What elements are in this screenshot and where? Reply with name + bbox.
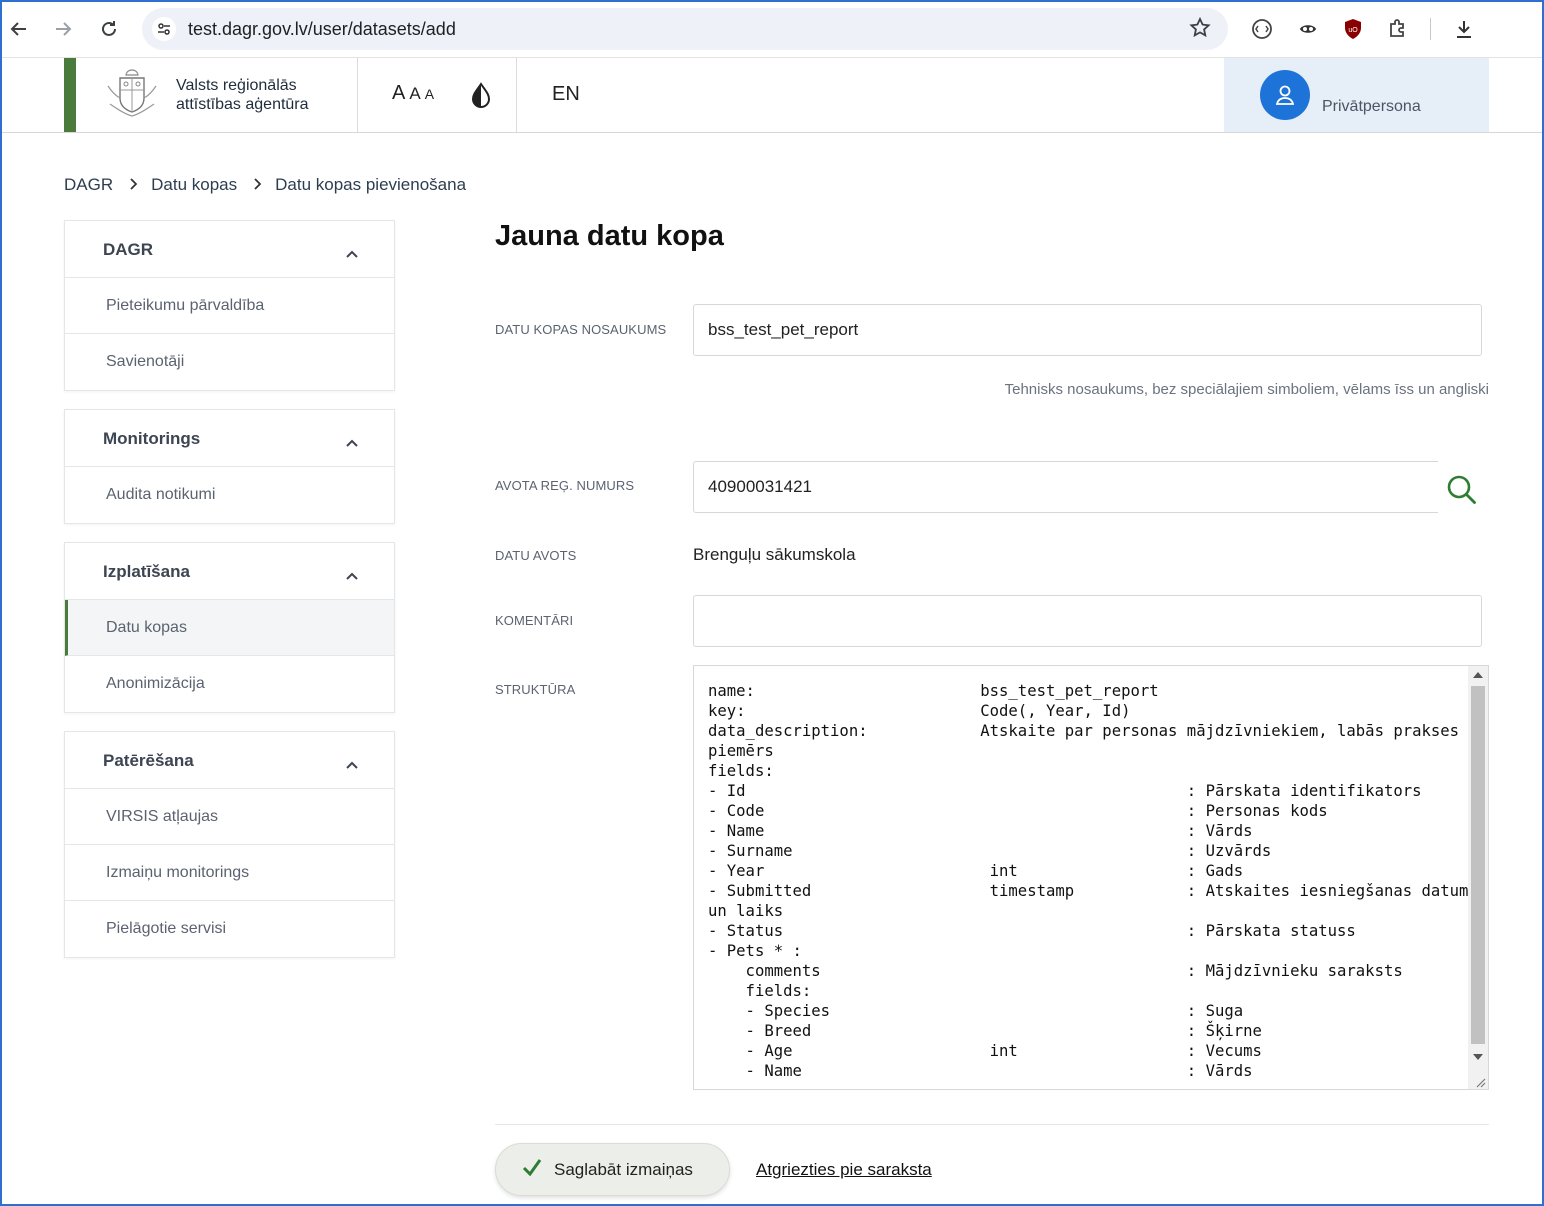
structure-textarea[interactable]: name: bss_test_pet_report key: Code(, Ye… <box>693 665 1489 1090</box>
save-button[interactable]: Saglabāt izmaiņas <box>495 1143 730 1196</box>
font-size-large[interactable]: A <box>392 82 405 105</box>
sidebar-item-label: Izmaiņu monitorings <box>106 864 250 881</box>
sidebar-item-change-monitoring[interactable]: Izmaiņu monitorings <box>65 845 394 901</box>
language-switch[interactable]: EN <box>552 83 580 106</box>
chevron-right-icon <box>129 177 138 193</box>
sidebar-item-label: Anonimizācija <box>106 675 205 692</box>
user-menu[interactable]: Privātpersona <box>1224 58 1489 132</box>
sidebar-group-header[interactable]: Monitorings <box>65 410 394 467</box>
sidebar-item-label: Pielāgotie servisi <box>106 920 227 937</box>
resize-handle-icon[interactable] <box>1474 1075 1486 1088</box>
sidebar-item-label: Pieteikumu pārvaldība <box>106 297 265 314</box>
contrast-toggle-icon[interactable] <box>470 82 492 113</box>
brand-accent-bar <box>64 58 76 132</box>
scroll-down-arrow-icon[interactable] <box>1473 1054 1483 1060</box>
user-avatar-icon <box>1260 70 1310 120</box>
page-title: Jauna datu kopa <box>495 220 724 252</box>
forward-icon[interactable] <box>48 14 78 44</box>
org-name-line1: Valsts reģionālās <box>176 77 297 94</box>
sidebar-item-anonymization[interactable]: Anonimizācija <box>65 656 394 712</box>
chevron-up-icon[interactable] <box>346 434 358 452</box>
font-size-controls: AAA <box>392 82 438 105</box>
sidebar-group-title: DAGR <box>103 240 154 259</box>
site-header: Valsts reģionālās attīstības aģentūra AA… <box>0 58 1544 133</box>
header-divider <box>357 58 358 132</box>
font-size-medium[interactable]: A <box>409 84 420 104</box>
scrollbar-thumb[interactable] <box>1471 686 1485 1044</box>
extension-icon[interactable] <box>1248 15 1276 43</box>
site-info-icon[interactable] <box>152 17 176 41</box>
chevron-up-icon[interactable] <box>346 567 358 585</box>
font-size-small[interactable]: A <box>425 86 434 102</box>
structure-text: name: bss_test_pet_report key: Code(, Ye… <box>708 682 1478 1080</box>
org-name-line2: attīstības aģentūra <box>176 96 309 113</box>
user-name: Privātpersona <box>1322 98 1421 115</box>
sidebar-item-label: Savienotāji <box>106 353 185 370</box>
sidebar-group-title: Monitorings <box>103 429 201 448</box>
sidebar-group-title: Izplatīšana <box>103 562 190 581</box>
source-reg-number-input[interactable] <box>693 461 1438 513</box>
dataset-name-hint: Tehnisks nosaukums, bez speciālajiem sim… <box>1004 381 1489 398</box>
spy-extension-icon[interactable] <box>1294 15 1322 43</box>
sidebar-item-applications[interactable]: Pieteikumu pārvaldība <box>65 278 394 334</box>
extensions-puzzle-icon[interactable] <box>1384 15 1412 43</box>
org-name[interactable]: Valsts reģionālās attīstības aģentūra <box>176 76 346 114</box>
data-source-value: Brenguļu sākumskola <box>693 545 856 564</box>
browser-toolbar: test.dagr.gov.lv/user/datasets/add uO <box>0 0 1544 58</box>
sidebar-group-title: Patērēšana <box>103 751 194 770</box>
sidebar-item-custom-services[interactable]: Pielāgotie servisi <box>65 901 394 957</box>
sidebar-item-label: Audita notikumi <box>106 486 216 503</box>
address-bar[interactable]: test.dagr.gov.lv/user/datasets/add <box>142 8 1228 50</box>
dataset-name-label: DATU KOPAS NOSAUKUMS <box>495 322 667 337</box>
reload-icon[interactable] <box>94 14 124 44</box>
chevron-up-icon[interactable] <box>346 245 358 263</box>
sidebar-item-label: VIRSIS atļaujas <box>106 808 219 825</box>
download-icon[interactable] <box>1450 15 1478 43</box>
data-source-label: DATU AVOTS <box>495 548 577 563</box>
breadcrumb: DAGR Datu kopas Datu kopas pievienošana <box>64 175 466 195</box>
back-to-list-link[interactable]: Atgriezties pie saraksta <box>756 1160 932 1180</box>
chevron-right-icon <box>253 177 262 193</box>
toolbar-divider <box>1430 18 1431 40</box>
breadcrumb-item-datasets[interactable]: Datu kopas <box>151 175 237 195</box>
ublock-icon[interactable]: uO <box>1339 15 1367 43</box>
breadcrumb-item-current: Datu kopas pievienošana <box>275 175 467 194</box>
sidebar-group-header[interactable]: Izplatīšana <box>65 543 394 600</box>
sidebar-item-connectors[interactable]: Savienotāji <box>65 334 394 390</box>
header-divider <box>516 58 517 132</box>
sidebar-group-consumption: Patērēšana VIRSIS atļaujas Izmaiņu monit… <box>64 731 395 958</box>
bookmark-star-icon[interactable] <box>1188 16 1212 45</box>
source-reg-number-label: AVOTA REĢ. NUMURS <box>495 478 635 493</box>
structure-label: STRUKTŪRA <box>495 682 576 697</box>
sidebar-group-monitoring: Monitorings Audita notikumi <box>64 409 395 524</box>
sidebar-group-distribution: Izplatīšana Datu kopas Anonimizācija <box>64 542 395 713</box>
url-text: test.dagr.gov.lv/user/datasets/add <box>188 19 456 39</box>
sidebar-group-header[interactable]: DAGR <box>65 221 394 278</box>
checkmark-icon <box>522 1158 542 1181</box>
form-divider <box>495 1124 1489 1125</box>
sidebar-group-header[interactable]: Patērēšana <box>65 732 394 789</box>
sidebar-item-audit-events[interactable]: Audita notikumi <box>65 467 394 523</box>
breadcrumb-item-dagr[interactable]: DAGR <box>64 175 113 195</box>
sidebar-item-datasets[interactable]: Datu kopas <box>65 600 394 656</box>
sidebar-group-dagr: DAGR Pieteikumu pārvaldība Savienotāji <box>64 220 395 391</box>
coat-of-arms-logo[interactable] <box>100 64 164 126</box>
comments-label: KOMENTĀRI <box>495 613 574 628</box>
sidebar-item-virsis-permissions[interactable]: VIRSIS atļaujas <box>65 789 394 845</box>
dataset-name-input[interactable] <box>693 304 1482 356</box>
scroll-up-arrow-icon[interactable] <box>1473 672 1483 678</box>
sidebar-item-label: Datu kopas <box>106 619 187 636</box>
structure-scrollbar[interactable] <box>1468 666 1488 1089</box>
svg-text:uO: uO <box>1348 27 1358 34</box>
save-button-label: Saglabāt izmaiņas <box>554 1159 693 1179</box>
chevron-up-icon[interactable] <box>346 756 358 774</box>
comments-input[interactable] <box>693 595 1482 647</box>
back-icon[interactable] <box>4 14 34 44</box>
search-icon[interactable] <box>1438 466 1486 514</box>
